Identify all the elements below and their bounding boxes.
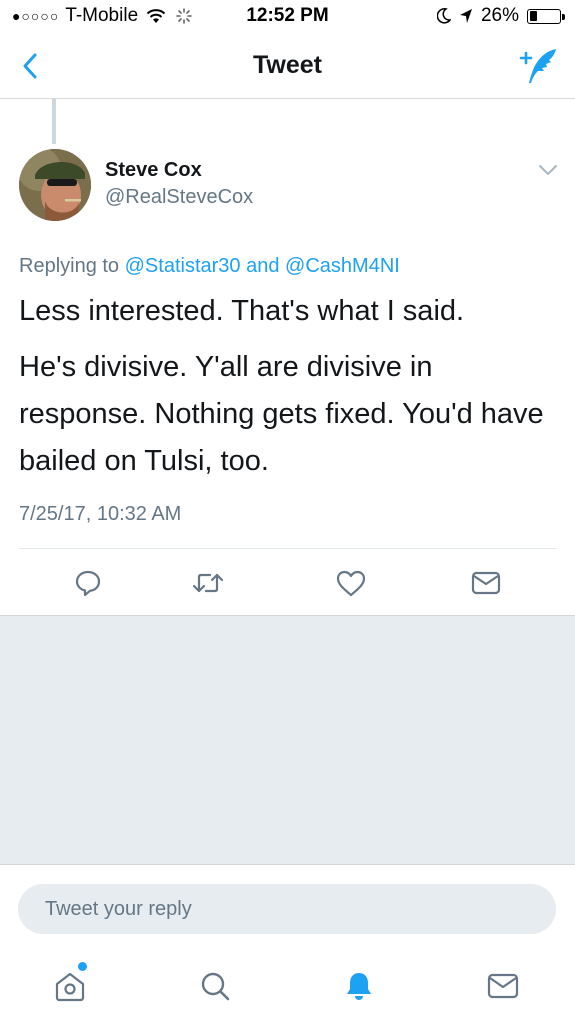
author-name[interactable]: Steve Cox	[105, 159, 202, 182]
status-bar: ●○○○○ T-Mobile 12:52 PM 26%	[0, 0, 575, 34]
tab-messages[interactable]	[480, 964, 526, 1008]
tab-search[interactable]	[192, 964, 238, 1008]
replying-prefix: Replying to	[19, 255, 120, 277]
thread-connector-line	[52, 99, 56, 144]
divider	[19, 548, 556, 549]
battery-percent: 26%	[480, 5, 519, 26]
reply-input[interactable]	[18, 884, 556, 934]
author-handle[interactable]: @RealSteveCox	[105, 186, 253, 209]
tab-home[interactable]	[47, 962, 93, 1008]
tweet-text: Less interested. That's what I said. He'…	[19, 288, 559, 485]
messages-icon	[487, 973, 519, 999]
profile-photo	[19, 149, 91, 221]
retweet-button[interactable]	[187, 562, 229, 604]
home-icon	[55, 972, 85, 1002]
avatar[interactable]	[19, 149, 91, 221]
direct-message-icon	[471, 571, 501, 595]
unread-dot	[78, 962, 87, 971]
tweet-action-bar	[0, 562, 575, 604]
tweet-detail-screen: ●○○○○ T-Mobile 12:52 PM 26% Tweet Steve …	[0, 0, 575, 1024]
tab-bar	[0, 946, 575, 1024]
mention-link[interactable]: @CashM4NI	[285, 255, 400, 277]
chevron-down-icon	[539, 165, 557, 175]
location-arrow-icon	[459, 9, 472, 23]
retweet-icon	[192, 573, 224, 593]
like-icon	[336, 570, 366, 597]
compose-tweet-button[interactable]	[517, 46, 559, 86]
notifications-icon	[347, 973, 371, 1000]
tab-notifications[interactable]	[336, 964, 382, 1008]
battery-level-fill	[529, 11, 537, 21]
mention-link[interactable]: @Statistar30	[125, 255, 241, 277]
reply-icon	[75, 570, 101, 597]
navigation-bar: Tweet	[0, 34, 575, 99]
tweet-paragraph: Less interested. That's what I said.	[19, 295, 465, 327]
tweet-paragraph: He's divisive. Y'all are divisive in res…	[19, 351, 544, 477]
replying-to-line: Replying to @Statistar30 and @CashM4NI	[19, 255, 400, 278]
like-button[interactable]	[330, 562, 372, 604]
compose-tweet-icon	[519, 49, 556, 83]
tweet-timestamp: 7/25/17, 10:32 AM	[19, 503, 182, 525]
battery-icon	[527, 8, 565, 24]
replies-area	[0, 615, 575, 865]
moon-icon	[436, 8, 451, 24]
reply-composer	[0, 864, 575, 947]
tweet-options-button[interactable]	[537, 162, 559, 178]
page-title: Tweet	[253, 51, 322, 79]
search-icon	[201, 972, 230, 1001]
reply-button[interactable]	[67, 562, 109, 604]
replying-joiner[interactable]: and	[246, 255, 279, 277]
direct-message-button[interactable]	[465, 562, 507, 604]
